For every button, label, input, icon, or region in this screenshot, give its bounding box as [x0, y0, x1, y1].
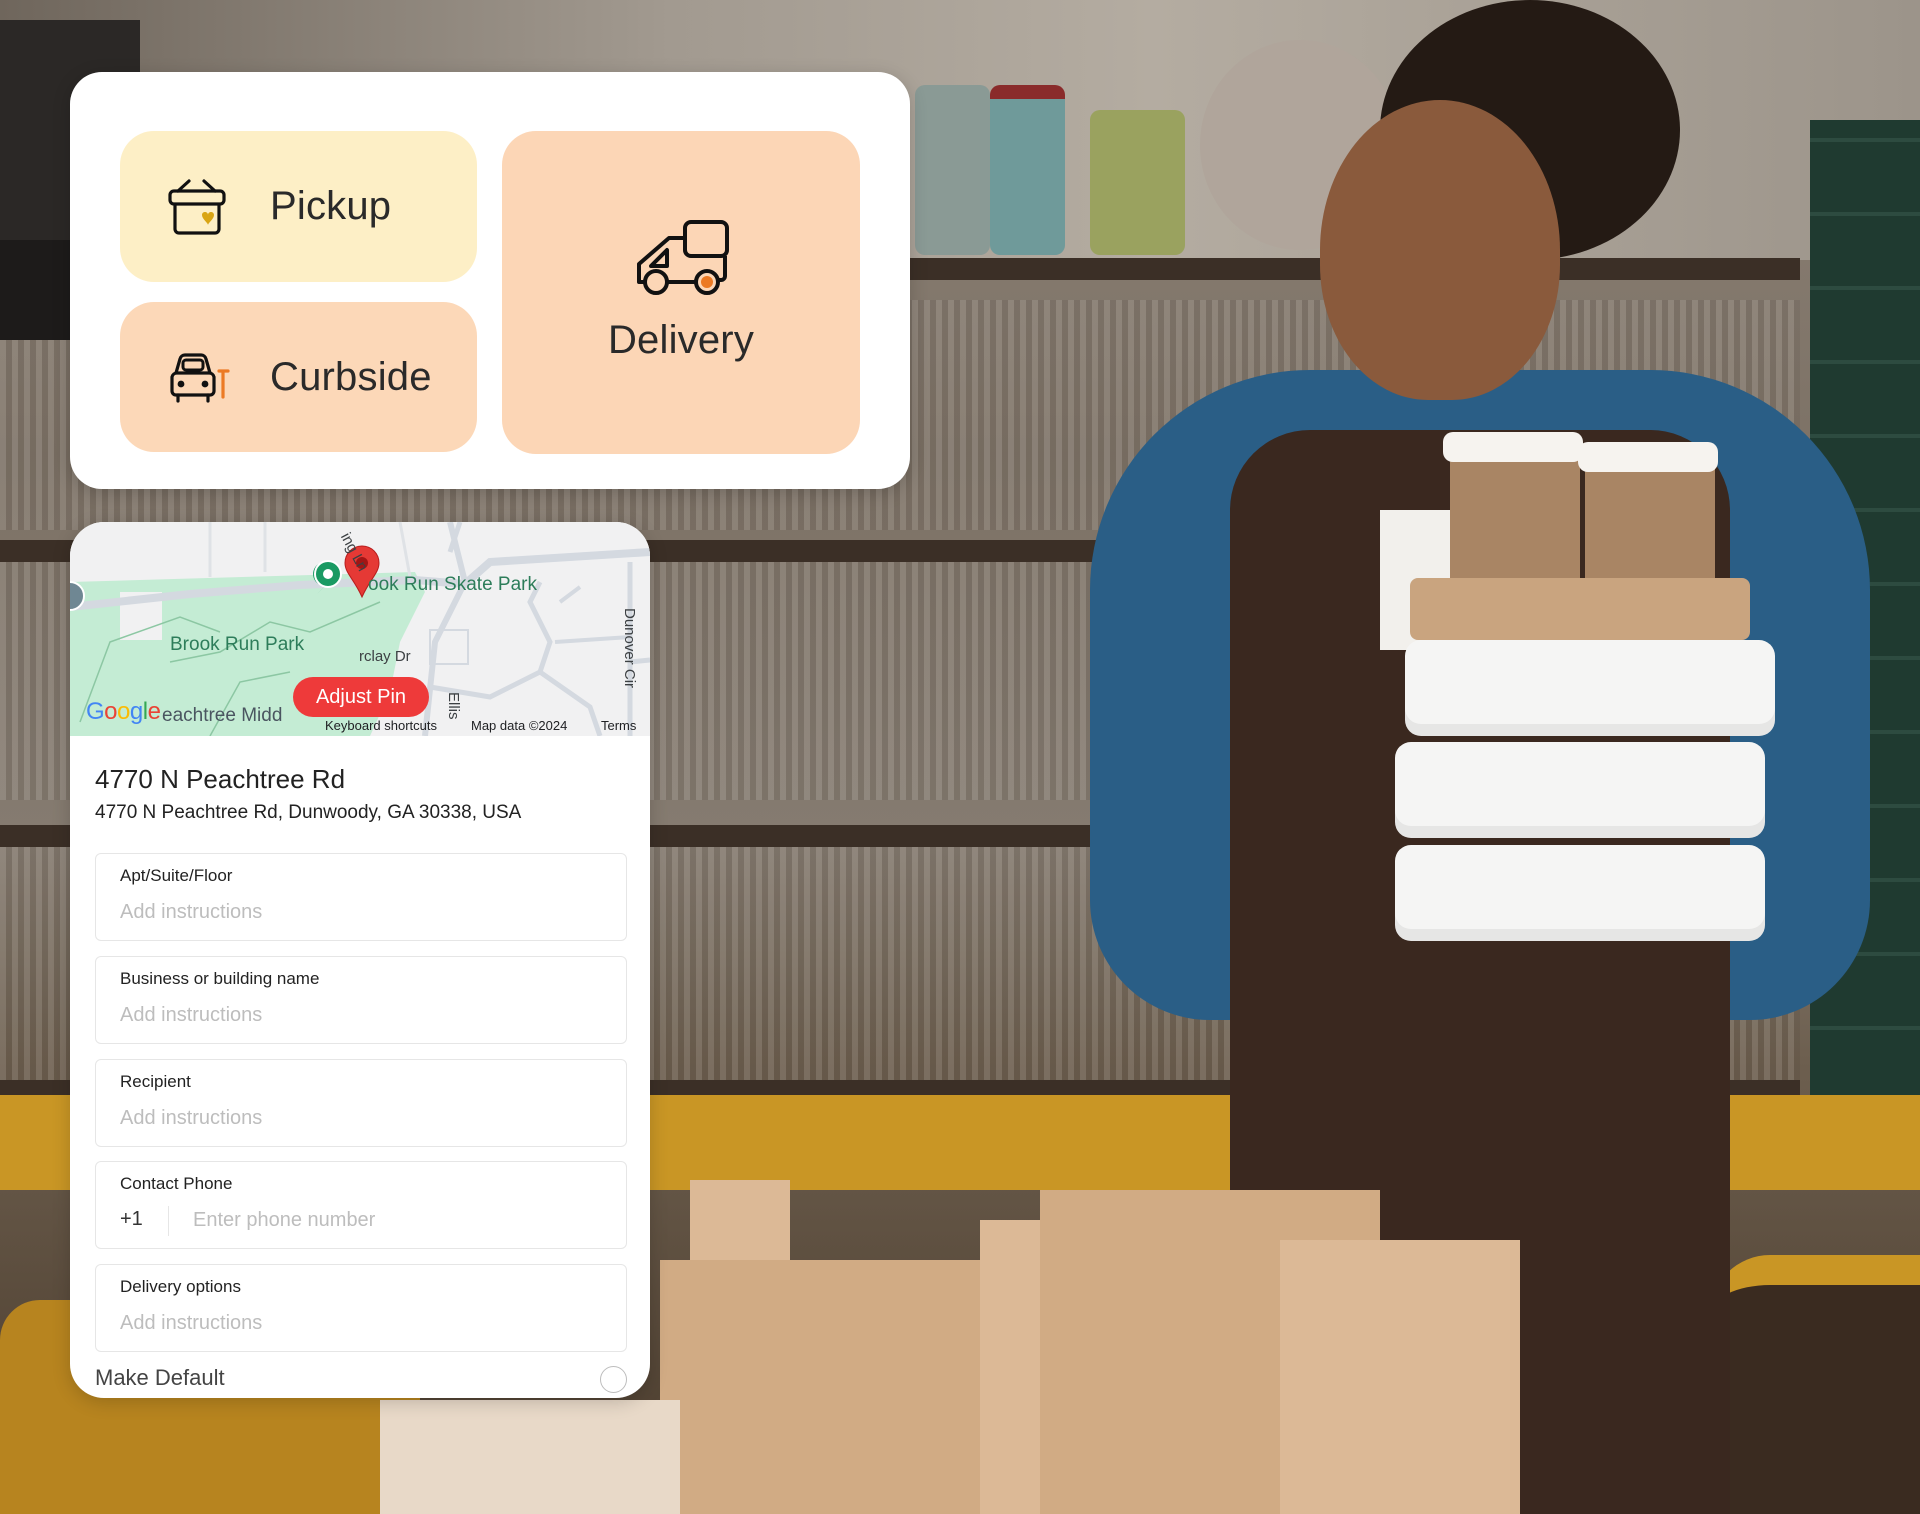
address-full: 4770 N Peachtree Rd, Dunwoody, GA 30338,… [95, 802, 522, 823]
delivery-address-card: ook Run Skate Park Brook Run Park rclay … [70, 522, 650, 1398]
contact-phone-field: Contact Phone +1 [95, 1161, 627, 1249]
field-label: Business or building name [120, 969, 320, 988]
keyboard-shortcuts-link[interactable]: Keyboard shortcuts [325, 718, 437, 733]
business-name-field: Business or building name [95, 956, 627, 1044]
field-label: Contact Phone [120, 1174, 233, 1193]
address-title: 4770 N Peachtree Rd [95, 764, 346, 794]
pickup-label: Pickup [270, 184, 392, 228]
curbside-label: Curbside [270, 354, 432, 399]
car-icon [164, 347, 230, 407]
person-head [1320, 100, 1560, 400]
jar [915, 85, 990, 255]
terms-link[interactable]: Terms [601, 718, 636, 733]
map-label-park: Brook Run Park [170, 634, 305, 655]
adjust-pin-button[interactable]: Adjust Pin [293, 677, 429, 717]
food-container [1395, 845, 1765, 941]
delivery-options-input[interactable] [120, 1309, 600, 1337]
apt-suite-floor-field: Apt/Suite/Floor [95, 853, 627, 941]
delivery-option[interactable]: Delivery [502, 131, 860, 454]
jar [990, 85, 1065, 255]
curbside-option[interactable]: Curbside [120, 302, 477, 452]
map-data-attribution: Map data ©2024 [471, 718, 568, 733]
make-default-radio[interactable] [600, 1366, 627, 1393]
road [554, 585, 631, 644]
jar [1090, 110, 1185, 255]
cup-lid [1578, 442, 1718, 472]
food-container [1395, 742, 1765, 838]
fulfillment-options-card: Pickup Curbside Delivery [70, 72, 910, 489]
paper-bag [660, 1260, 990, 1514]
map-label-road: rclay Dr [359, 648, 411, 665]
map-label-road: Ellis [445, 692, 462, 720]
recipient-field: Recipient [95, 1059, 627, 1147]
map-view[interactable]: ook Run Skate Park Brook Run Park rclay … [70, 522, 650, 736]
field-label: Delivery options [120, 1277, 241, 1296]
cup-tray [1410, 578, 1750, 640]
delivery-van-icon [629, 216, 733, 300]
google-logo: Google [86, 698, 161, 725]
delivery-options-field: Delivery options [95, 1264, 627, 1352]
pickup-option[interactable]: Pickup [120, 131, 477, 282]
paper-bag [380, 1400, 680, 1514]
map-label-road: Dunover Cir [621, 608, 638, 689]
business-name-input[interactable] [120, 1001, 600, 1029]
delivery-label: Delivery [607, 318, 755, 362]
make-default-label: Make Default [95, 1365, 225, 1390]
field-label: Recipient [120, 1072, 191, 1091]
map-label-school: eachtree Midd [162, 705, 283, 726]
cup-lid [1443, 432, 1583, 462]
apt-suite-floor-input[interactable] [120, 898, 600, 926]
chair [1710, 1255, 1920, 1514]
food-container [1405, 640, 1775, 736]
map-label-skate-park: ook Run Skate Park [368, 574, 537, 595]
pickup-bag-icon [164, 177, 230, 237]
country-code-selector[interactable]: +1 [120, 1208, 143, 1231]
divider [168, 1206, 169, 1236]
recipient-input[interactable] [120, 1104, 600, 1132]
road [208, 522, 412, 578]
field-label: Apt/Suite/Floor [120, 866, 233, 885]
road [429, 580, 553, 700]
paper-bag [1280, 1240, 1520, 1514]
phone-number-input[interactable] [193, 1206, 593, 1234]
